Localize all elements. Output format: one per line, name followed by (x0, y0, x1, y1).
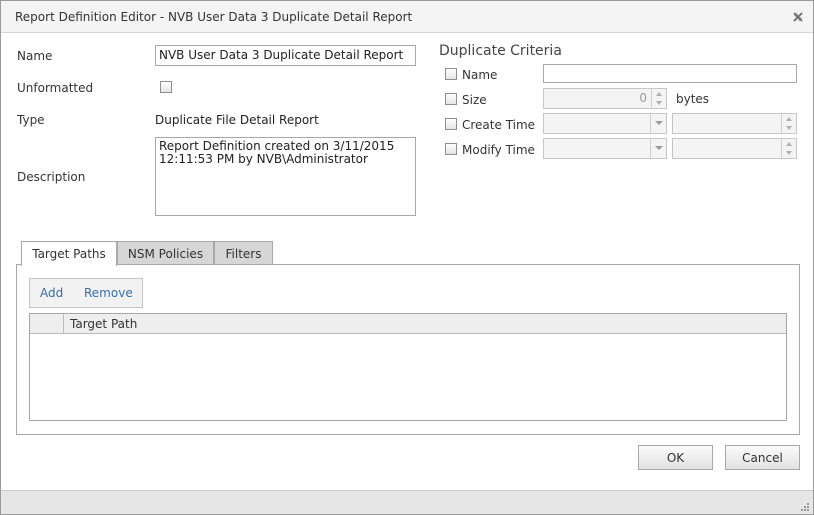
modify-time-end-stepper[interactable] (672, 138, 797, 159)
type-value: Duplicate File Detail Report (155, 113, 319, 127)
criteria-size-checkbox[interactable] (445, 93, 457, 105)
unformatted-label: Unformatted (17, 81, 94, 95)
add-button[interactable]: Add (40, 286, 63, 300)
criteria-create-time-checkbox[interactable] (445, 118, 457, 130)
window-title: Report Definition Editor - NVB User Data… (15, 10, 413, 24)
chevron-down-icon[interactable] (650, 114, 666, 133)
unformatted-checkbox[interactable] (160, 81, 172, 93)
create-time-end-stepper[interactable] (672, 113, 797, 134)
grid-header: Target Path (30, 314, 786, 334)
criteria-name-checkbox[interactable] (445, 68, 457, 80)
create-time-end-arrows[interactable] (781, 114, 796, 133)
grid-select-column[interactable] (30, 314, 64, 334)
criteria-name-label: Name (462, 68, 498, 82)
stepper-down-icon[interactable] (786, 151, 792, 155)
type-label: Type (17, 113, 45, 127)
description-label: Description (17, 170, 86, 184)
report-definition-editor-dialog: Report Definition Editor - NVB User Data… (0, 0, 814, 515)
criteria-modify-time-label: Modify Time (462, 143, 535, 157)
stepper-down-icon[interactable] (786, 126, 792, 130)
size-stepper[interactable]: 0 (543, 88, 667, 109)
criteria-modify-time-checkbox[interactable] (445, 143, 457, 155)
stepper-up-icon[interactable] (786, 117, 792, 121)
target-paths-toolbar: Add Remove (29, 278, 143, 308)
modify-time-end-arrows[interactable] (781, 139, 796, 158)
criteria-name-input[interactable] (543, 64, 797, 83)
target-paths-grid[interactable]: Target Path (29, 313, 787, 421)
tab-nsm-policies[interactable]: NSM Policies (117, 241, 214, 266)
tab-target-paths[interactable]: Target Paths (21, 241, 117, 266)
criteria-create-time-label: Create Time (462, 118, 536, 132)
close-icon[interactable] (791, 10, 805, 24)
ok-button[interactable]: OK (638, 445, 713, 470)
column-header-target-path[interactable]: Target Path (70, 317, 137, 331)
name-label: Name (17, 49, 53, 63)
stepper-up-icon[interactable] (786, 142, 792, 146)
criteria-size-label: Size (462, 93, 487, 107)
size-unit-label: bytes (676, 92, 710, 106)
chevron-down-icon[interactable] (650, 139, 666, 158)
description-input[interactable]: Report Definition created on 3/11/2015 1… (155, 137, 416, 216)
cancel-button[interactable]: Cancel (725, 445, 800, 470)
remove-button[interactable]: Remove (84, 286, 133, 300)
size-stepper-arrows[interactable] (651, 89, 666, 108)
resize-grip-icon[interactable] (799, 500, 809, 511)
tab-filters[interactable]: Filters (214, 241, 273, 266)
title-bar[interactable]: Report Definition Editor - NVB User Data… (1, 1, 813, 33)
modify-time-start-select[interactable] (543, 138, 667, 159)
duplicate-criteria-title: Duplicate Criteria (439, 43, 562, 59)
stepper-down-icon[interactable] (656, 101, 662, 105)
stepper-up-icon[interactable] (656, 92, 662, 96)
status-bar (1, 490, 813, 514)
size-stepper-value: 0 (639, 91, 647, 105)
name-input[interactable]: NVB User Data 3 Duplicate Detail Report (155, 45, 416, 66)
create-time-start-select[interactable] (543, 113, 667, 134)
